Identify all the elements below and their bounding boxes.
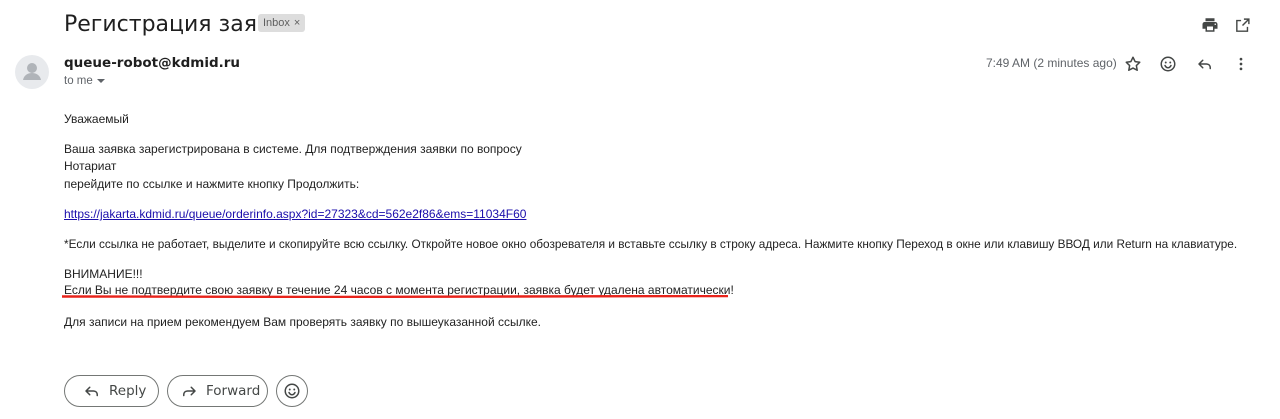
chevron-down-icon <box>96 78 105 83</box>
reply-button[interactable]: Reply <box>64 375 159 407</box>
emoji-reaction-button[interactable] <box>276 375 308 407</box>
inbox-label-text: Inbox <box>263 17 290 29</box>
open-in-new-icon <box>1235 17 1250 32</box>
sender-avatar[interactable] <box>15 55 49 89</box>
reply-button-label: Reply <box>109 383 147 399</box>
star-icon <box>1125 56 1141 71</box>
to-me-label: to me <box>64 75 93 87</box>
confirmation-link[interactable]: https://jakarta.kdmid.ru/queue/orderinfo… <box>64 206 526 222</box>
open-in-new-window-button[interactable] <box>1231 14 1253 36</box>
emoji-icon <box>284 383 300 399</box>
more-options-button[interactable] <box>1231 54 1251 74</box>
emoji-icon <box>1160 56 1176 72</box>
reply-header-button[interactable] <box>1195 54 1215 74</box>
print-button[interactable] <box>1199 14 1221 36</box>
recipient-details-toggle[interactable]: to me <box>64 75 105 87</box>
note-text: *Если ссылка не работает, выделите и ско… <box>64 237 1238 251</box>
reply-icon <box>1198 59 1211 70</box>
forward-button[interactable]: Forward <box>167 375 268 407</box>
reply-icon <box>85 386 98 397</box>
body-line-2: Нотариат <box>64 159 117 173</box>
print-icon <box>1202 18 1218 32</box>
inbox-label-badge: Inbox × <box>258 14 306 32</box>
footer-text: Для записи на прием рекомендуем Вам пров… <box>64 315 542 329</box>
warning-title: ВНИМАНИЕ!!! <box>64 267 143 281</box>
sender-email[interactable]: queue-robot@kdmid.ru <box>64 55 240 71</box>
body-line-3: перейдите по ссылке и нажмите кнопку Про… <box>64 177 360 191</box>
remove-label-button[interactable]: × <box>294 17 300 29</box>
more-vert-icon <box>1239 57 1243 71</box>
message-timestamp: 7:49 AM (2 minutes ago) <box>986 56 1117 70</box>
greeting-text: Уважаемый <box>64 112 129 126</box>
red-underline-annotation <box>62 295 728 298</box>
forward-button-label: Forward <box>206 383 261 399</box>
forward-icon <box>183 386 196 397</box>
avatar-icon <box>23 63 41 80</box>
body-line-1: Ваша заявка зарегистрирована в системе. … <box>64 142 522 156</box>
add-reaction-button[interactable] <box>1158 54 1178 74</box>
star-button[interactable] <box>1123 54 1143 74</box>
